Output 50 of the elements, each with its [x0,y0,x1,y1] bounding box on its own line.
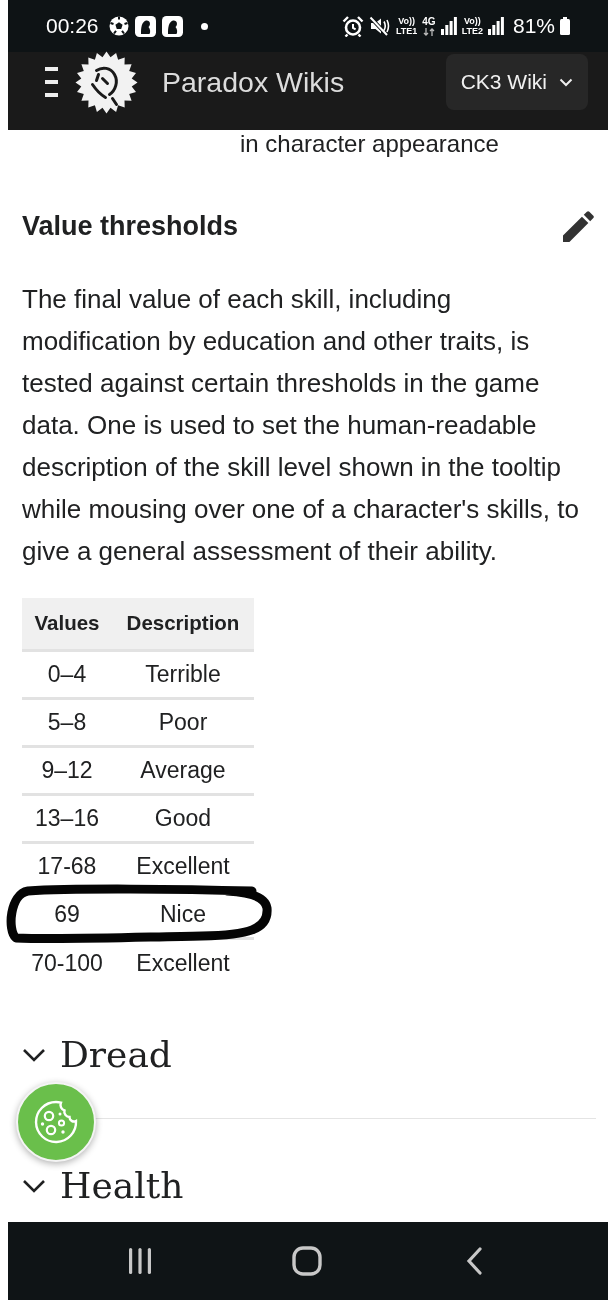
battery-percentage: 81% [512,13,555,40]
table-cell: Nice [160,900,206,927]
chevron-down-icon [22,1179,46,1193]
network-label: LTE1 [395,26,418,36]
section-heading: Value thresholds [22,210,239,243]
volte-label: Vo)) [463,16,481,26]
app-notification-icon [161,15,183,37]
table-cell: 9–12 [41,756,93,783]
battery-icon [560,17,570,35]
site-title[interactable]: Paradox Wikis [162,60,345,104]
table-cell: 5–8 [47,708,87,735]
mute-icon [368,15,391,37]
volte-label: Vo)) [398,16,415,26]
description-text: in character appearance [240,130,500,158]
table-cell: Good [154,804,212,831]
menu-icon[interactable] [45,67,58,97]
table-cell: 70-100 [31,949,103,976]
caret-icon [559,77,573,87]
edit-icon[interactable] [563,210,594,242]
wiki-selector-button[interactable]: CK3 Wiki [445,54,588,110]
table-cell: 69 [54,900,80,927]
section-toggle[interactable]: Health [22,1163,184,1209]
spiky-emblem-logo[interactable] [75,50,138,114]
section-toggle[interactable]: Dread [22,1032,172,1078]
signal-icon [487,17,504,35]
notification-dot-icon [200,22,208,30]
table-cell: Poor [158,708,208,735]
home-icon[interactable] [292,1246,322,1276]
table-cell: Excellent [136,852,230,879]
cookie-icon [33,1099,79,1145]
back-icon[interactable] [465,1247,482,1275]
table-cell: Terrible [145,660,221,687]
data-type-label: 4G [422,16,436,27]
column-header: Description [112,598,254,650]
table-cell: 0–4 [47,660,87,687]
clock-time: 00:26 [46,13,99,40]
table-cell: Average [140,756,226,783]
app-notification-icon [134,15,156,37]
table-cell: Excellent [136,949,230,976]
table-cell: 17-68 [37,852,97,879]
soccer-ball-icon [108,16,129,36]
table-cell: 13–16 [35,804,99,831]
recent-apps-icon[interactable] [129,1248,152,1274]
paragraph: The final value of each skill, including modification by education and other traits, is tested against certain thresholds in the game data. One is used to set the human-readable description of the skill level shown in the tooltip while mousing over one of a character's skills, to give a general assessment of their ability. [22,283,580,568]
signal-icon [440,17,457,35]
network-label: LTE2 [461,26,483,36]
chevron-down-icon [22,1048,46,1062]
column-header: Values [22,598,112,650]
data-arrows-icon [422,28,435,36]
alarm-clock-icon [341,15,364,37]
